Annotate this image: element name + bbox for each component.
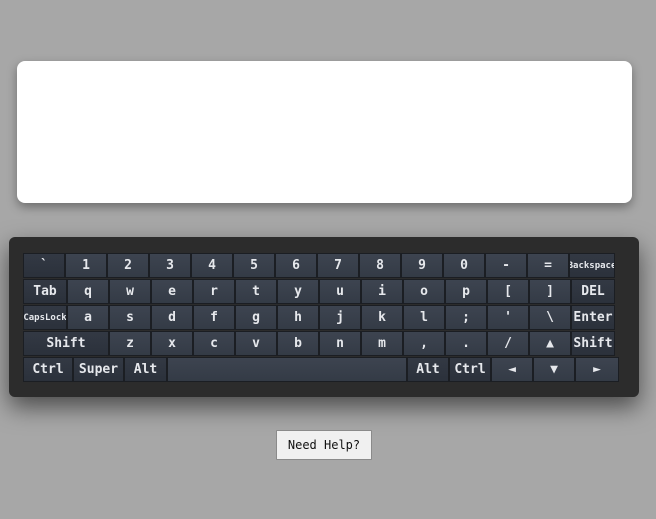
key-j[interactable]: j xyxy=(319,305,361,330)
key-9[interactable]: 9 xyxy=(401,253,443,278)
key-f[interactable]: f xyxy=(193,305,235,330)
key-i[interactable]: i xyxy=(361,279,403,304)
key-enter[interactable]: Enter xyxy=(571,305,615,330)
key-super[interactable]: Super xyxy=(73,357,124,382)
key-c[interactable]: c xyxy=(193,331,235,356)
key-arrow-up[interactable]: ▲ xyxy=(529,331,571,356)
key-backslash[interactable]: \ xyxy=(529,305,571,330)
key-equals[interactable]: = xyxy=(527,253,569,278)
key-minus[interactable]: - xyxy=(485,253,527,278)
key-arrow-left[interactable]: ◄ xyxy=(491,357,533,382)
key-ctrl-left[interactable]: Ctrl xyxy=(23,357,73,382)
key-arrow-down[interactable]: ▼ xyxy=(533,357,575,382)
key-r[interactable]: r xyxy=(193,279,235,304)
key-left-bracket[interactable]: [ xyxy=(487,279,529,304)
keyboard-row-home: CapsLock a s d f g h j k l ; ' \ Enter xyxy=(23,305,621,330)
key-2[interactable]: 2 xyxy=(107,253,149,278)
key-1[interactable]: 1 xyxy=(65,253,107,278)
key-t[interactable]: t xyxy=(235,279,277,304)
key-capslock[interactable]: CapsLock xyxy=(23,305,67,330)
key-semicolon[interactable]: ; xyxy=(445,305,487,330)
key-p[interactable]: p xyxy=(445,279,487,304)
key-shift-right[interactable]: Shift xyxy=(571,331,615,356)
key-y[interactable]: y xyxy=(277,279,319,304)
key-period[interactable]: . xyxy=(445,331,487,356)
virtual-keyboard: ` 1 2 3 4 5 6 7 8 9 0 - = Backspace Tab … xyxy=(9,237,639,397)
key-d[interactable]: d xyxy=(151,305,193,330)
key-h[interactable]: h xyxy=(277,305,319,330)
key-alt-left[interactable]: Alt xyxy=(124,357,167,382)
key-delete[interactable]: DEL xyxy=(571,279,615,304)
key-e[interactable]: e xyxy=(151,279,193,304)
keyboard-row-numbers: ` 1 2 3 4 5 6 7 8 9 0 - = Backspace xyxy=(23,253,621,278)
key-tab[interactable]: Tab xyxy=(23,279,67,304)
key-a[interactable]: a xyxy=(67,305,109,330)
key-q[interactable]: q xyxy=(67,279,109,304)
key-slash[interactable]: / xyxy=(487,331,529,356)
key-backtick[interactable]: ` xyxy=(23,253,65,278)
key-b[interactable]: b xyxy=(277,331,319,356)
key-5[interactable]: 5 xyxy=(233,253,275,278)
key-7[interactable]: 7 xyxy=(317,253,359,278)
key-quote[interactable]: ' xyxy=(487,305,529,330)
key-n[interactable]: n xyxy=(319,331,361,356)
key-w[interactable]: w xyxy=(109,279,151,304)
key-comma[interactable]: , xyxy=(403,331,445,356)
key-ctrl-right[interactable]: Ctrl xyxy=(449,357,491,382)
key-l[interactable]: l xyxy=(403,305,445,330)
key-g[interactable]: g xyxy=(235,305,277,330)
key-3[interactable]: 3 xyxy=(149,253,191,278)
text-input-area[interactable] xyxy=(17,61,632,203)
keyboard-row-qwerty: Tab q w e r t y u i o p [ ] DEL xyxy=(23,279,621,304)
key-shift-left[interactable]: Shift xyxy=(23,331,109,356)
key-s[interactable]: s xyxy=(109,305,151,330)
key-space[interactable] xyxy=(167,357,407,382)
key-k[interactable]: k xyxy=(361,305,403,330)
key-m[interactable]: m xyxy=(361,331,403,356)
key-u[interactable]: u xyxy=(319,279,361,304)
key-right-bracket[interactable]: ] xyxy=(529,279,571,304)
need-help-button[interactable]: Need Help? xyxy=(276,430,372,460)
key-alt-right[interactable]: Alt xyxy=(407,357,449,382)
key-4[interactable]: 4 xyxy=(191,253,233,278)
key-arrow-right[interactable]: ► xyxy=(575,357,619,382)
key-0[interactable]: 0 xyxy=(443,253,485,278)
key-x[interactable]: x xyxy=(151,331,193,356)
keyboard-row-modifiers: Ctrl Super Alt Alt Ctrl ◄ ▼ ► xyxy=(23,357,621,382)
key-backspace[interactable]: Backspace xyxy=(569,253,615,278)
keyboard-row-bottom-letters: Shift z x c v b n m , . / ▲ Shift xyxy=(23,331,621,356)
key-v[interactable]: v xyxy=(235,331,277,356)
key-o[interactable]: o xyxy=(403,279,445,304)
key-6[interactable]: 6 xyxy=(275,253,317,278)
key-z[interactable]: z xyxy=(109,331,151,356)
key-8[interactable]: 8 xyxy=(359,253,401,278)
